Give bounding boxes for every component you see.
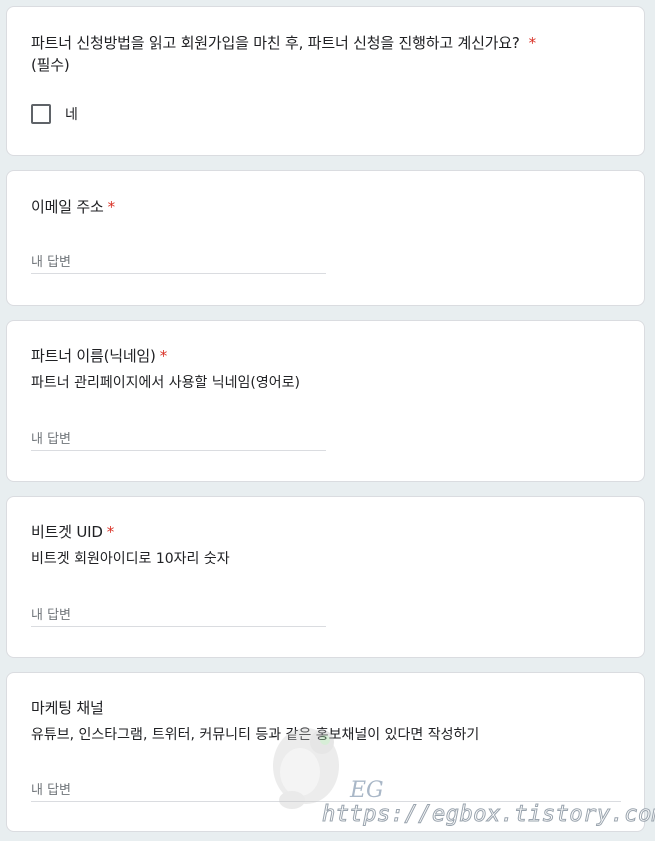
- answer-placeholder: 내 답변: [31, 608, 72, 623]
- checkbox-option-yes[interactable]: 네: [31, 103, 78, 125]
- required-asterisk: *: [159, 347, 168, 365]
- watermark-url: https://egbox.tistory.com/: [321, 802, 655, 828]
- partner-name-answer-input[interactable]: 내 답변: [31, 426, 326, 451]
- required-asterisk: *: [107, 198, 116, 216]
- question-title-text: 비트겟 UID: [31, 523, 103, 541]
- question-card-partner-name: 파트너 이름(닉네임) * 파트너 관리페이지에서 사용할 닉네임(영어로) 내 …: [6, 320, 645, 482]
- watermark-eg: EG: [350, 778, 384, 803]
- answer-placeholder: 내 답변: [31, 255, 72, 270]
- question-card-email: 이메일 주소 * 내 답변: [6, 170, 645, 306]
- question-title-text: 이메일 주소: [31, 198, 104, 216]
- question-card-bitget-uid: 비트겟 UID * 비트겟 회원아이디로 10자리 숫자 내 답변: [6, 496, 645, 658]
- checkbox-box[interactable]: [31, 104, 51, 124]
- email-answer-input[interactable]: 내 답변: [31, 249, 326, 274]
- question-title: 마케팅 채널: [31, 699, 104, 717]
- question-title-text-line2: (필수): [31, 56, 70, 74]
- question-title: 파트너 신청방법을 읽고 회원가입을 마친 후, 파트너 신청을 진행하고 계신…: [31, 32, 631, 76]
- question-title-text: 파트너 신청방법을 읽고 회원가입을 마친 후, 파트너 신청을 진행하고 계신…: [31, 34, 520, 52]
- question-title: 파트너 이름(닉네임) *: [31, 345, 167, 367]
- question-description: 비트겟 회원아이디로 10자리 숫자: [31, 551, 230, 567]
- answer-placeholder: 내 답변: [31, 432, 72, 447]
- question-description: 유튜브, 인스타그램, 트위터, 커뮤니티 등과 같은 홍보채널이 있다면 작성…: [31, 727, 480, 743]
- question-title: 비트겟 UID *: [31, 521, 114, 543]
- question-card-partner-confirm: 파트너 신청방법을 읽고 회원가입을 마친 후, 파트너 신청을 진행하고 계신…: [6, 6, 645, 156]
- gamepad-logo-icon: [273, 728, 339, 809]
- required-asterisk: *: [106, 523, 115, 541]
- question-title-text: 파트너 이름(닉네임): [31, 347, 156, 365]
- required-asterisk: *: [528, 34, 537, 52]
- checkbox-label: 네: [65, 107, 78, 123]
- question-title: 이메일 주소 *: [31, 196, 115, 218]
- answer-placeholder: 내 답변: [31, 783, 72, 798]
- question-description: 파트너 관리페이지에서 사용할 닉네임(영어로): [31, 375, 300, 391]
- bitget-uid-answer-input[interactable]: 내 답변: [31, 602, 326, 627]
